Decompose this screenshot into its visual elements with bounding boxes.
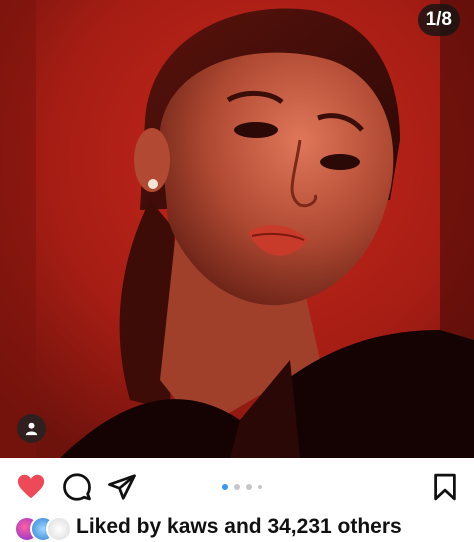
share-icon xyxy=(108,474,136,500)
carousel-counter: 1/8 xyxy=(417,4,460,36)
bookmark-icon xyxy=(434,473,456,501)
likes-prefix: Liked by xyxy=(76,515,162,538)
carousel-dot xyxy=(246,484,252,490)
liker-avatars xyxy=(14,513,74,542)
likes-row[interactable]: Liked by kaws and 34,231 others xyxy=(0,512,474,542)
post-image[interactable]: 1/8 xyxy=(0,0,474,458)
carousel-dot xyxy=(258,485,262,489)
tag-people-button[interactable] xyxy=(17,414,46,443)
share-button[interactable] xyxy=(107,472,137,502)
comment-button[interactable] xyxy=(62,472,92,502)
avatar xyxy=(46,516,72,542)
likes-summary: Liked by kaws and 34,231 others xyxy=(76,515,402,539)
like-button[interactable] xyxy=(16,472,46,502)
person-icon xyxy=(25,422,38,436)
carousel-dot-active xyxy=(222,484,228,490)
likes-joiner: and xyxy=(224,515,262,538)
save-button[interactable] xyxy=(430,472,460,502)
heart-icon xyxy=(17,474,45,499)
carousel-dot xyxy=(234,484,240,490)
comment-icon xyxy=(63,473,91,501)
portrait-photo xyxy=(0,0,474,458)
liker-username[interactable]: kaws xyxy=(167,515,218,538)
likes-count[interactable]: 34,231 others xyxy=(267,515,401,538)
carousel-indicator xyxy=(222,484,262,490)
